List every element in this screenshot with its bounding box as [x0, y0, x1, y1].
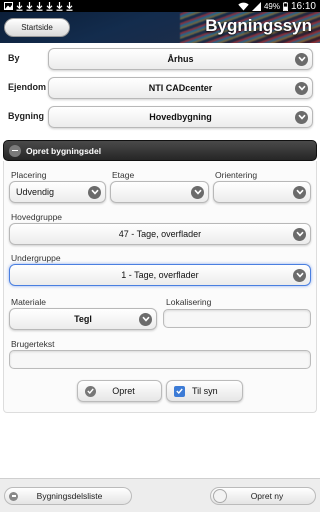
chevron-down-icon [191, 185, 204, 199]
section-title: Opret bygningsdel [26, 145, 102, 156]
brugertekst-label: Brugertekst [11, 339, 55, 349]
download-icon [56, 1, 63, 11]
hovedgruppe-select[interactable]: 47 - Tage, overflader [9, 223, 311, 245]
by-label: By [8, 53, 20, 63]
chevron-down-icon [293, 185, 306, 199]
opret-bygningsdel-header[interactable]: Opret bygningsdel [3, 140, 317, 161]
etage-label: Etage [112, 170, 135, 180]
chevron-down-icon [295, 110, 308, 124]
bygning-label: Bygning [8, 111, 44, 121]
page-title: Bygningssyn [205, 16, 312, 35]
til-syn-checkbox[interactable]: Til syn [166, 380, 243, 402]
toggle-knob [213, 489, 227, 503]
ejendom-value: NTI CADcenter [148, 83, 213, 93]
chevron-down-icon [88, 185, 101, 199]
battery-icon [282, 1, 288, 11]
bygning-value: Hovedbygning [149, 112, 212, 122]
minus-icon [9, 144, 21, 157]
brugertekst-field[interactable] [9, 350, 311, 369]
ejendom-select[interactable]: NTI CADcenter [48, 77, 313, 99]
battery-percent: 49% [263, 1, 280, 11]
bygningsdelsliste-button[interactable]: Bygningsdelsliste [4, 487, 132, 505]
placering-label: Placering [11, 170, 47, 180]
bygning-select[interactable]: Hovedbygning [48, 106, 313, 128]
image-icon [4, 2, 13, 10]
system-icons: 49% 16:10 [238, 0, 316, 12]
checkbox-checked-icon [174, 385, 185, 397]
materiale-select[interactable]: Tegl [9, 308, 157, 330]
chevron-down-icon [139, 312, 152, 326]
chevron-down-icon [295, 81, 308, 95]
download-icon [46, 1, 53, 11]
by-value: Århus [167, 54, 194, 64]
materiale-value: Tegl [74, 314, 92, 324]
ejendom-label: Ejendom [8, 82, 47, 92]
opret-button[interactable]: Opret [77, 380, 162, 402]
undergruppe-value: 1 - Tage, overflader [121, 270, 199, 280]
app-header: Startside Bygningssyn [0, 12, 320, 43]
placering-value: Udvendig [16, 187, 55, 197]
undergruppe-select[interactable]: 1 - Tage, overflader [9, 264, 311, 286]
materiale-label: Materiale [11, 297, 46, 307]
by-select[interactable]: Århus [48, 48, 313, 70]
clock: 16:10 [290, 0, 316, 12]
download-icon [16, 1, 23, 11]
signal-icon [251, 1, 261, 11]
opret-label: Opret [112, 386, 135, 396]
undergruppe-label: Undergruppe [11, 253, 61, 263]
hovedgruppe-value: 47 - Tage, overflader [118, 229, 202, 239]
opret-ny-toggle[interactable]: Opret ny [210, 487, 316, 505]
bygningsdelsliste-label: Bygningsdelsliste [36, 491, 103, 501]
chevron-down-icon [293, 227, 306, 241]
minus-icon [9, 491, 18, 501]
notification-icons [4, 0, 73, 12]
orientering-select[interactable] [213, 181, 311, 203]
orientering-label: Orientering [215, 170, 258, 180]
download-icon [26, 1, 33, 11]
opret-ny-label: Opret ny [250, 491, 284, 501]
lokalisering-field[interactable] [163, 309, 311, 328]
status-bar: 49% 16:10 [0, 0, 320, 12]
chevron-down-icon [293, 268, 306, 282]
placering-select[interactable]: Udvendig [9, 181, 106, 203]
startside-button[interactable]: Startside [4, 18, 70, 37]
check-circle-icon [85, 385, 96, 397]
lokalisering-label: Lokalisering [166, 297, 212, 307]
wifi-icon [238, 2, 249, 11]
download-icon [66, 1, 73, 11]
etage-select[interactable] [110, 181, 209, 203]
til-syn-label: Til syn [192, 386, 218, 396]
footer-bar: Bygningsdelsliste Opret ny [0, 478, 320, 512]
download-icon [36, 1, 43, 11]
chevron-down-icon [295, 52, 308, 66]
hovedgruppe-label: Hovedgruppe [11, 212, 63, 222]
